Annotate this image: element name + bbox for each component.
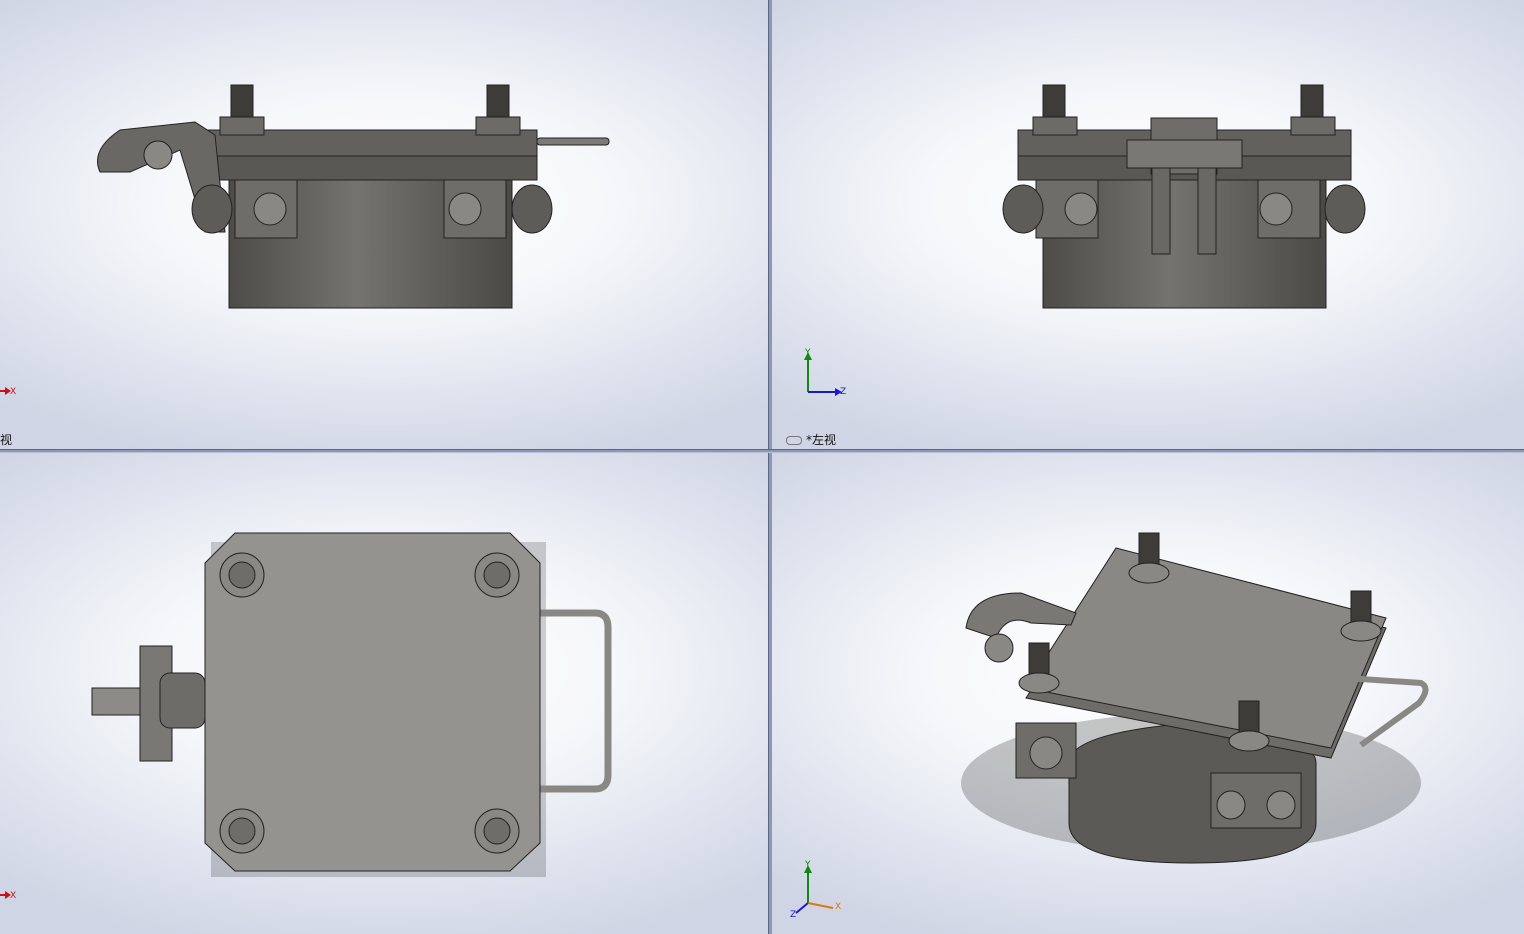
front-view-model[interactable]: X xyxy=(0,0,768,449)
pin-right xyxy=(511,184,553,234)
pin-right xyxy=(1324,184,1366,234)
top-plate xyxy=(1025,547,1387,749)
hinge-nut xyxy=(143,140,173,170)
bolt-nut-right xyxy=(475,116,521,136)
triad-x-axis xyxy=(807,902,834,909)
bolt-right xyxy=(486,84,510,120)
viewport-top[interactable]: X xyxy=(0,453,768,934)
viewport-front[interactable]: X 视 xyxy=(0,0,768,449)
triad-y-label: Y xyxy=(804,860,811,870)
clamp-nut-left xyxy=(253,192,287,226)
triad-x-label: X xyxy=(10,387,16,397)
center-strap-left xyxy=(1151,167,1171,255)
triad-x-label: X xyxy=(835,902,841,912)
handle xyxy=(540,609,612,793)
pin-left xyxy=(191,184,233,234)
pin-left xyxy=(1002,184,1044,234)
bolt-nut-left xyxy=(1032,116,1078,136)
triad-z-label: Z xyxy=(840,387,846,397)
bolt-left xyxy=(230,84,254,120)
view-name-label: *左视 xyxy=(786,433,836,447)
clamp-nut-right xyxy=(1259,192,1293,226)
bolt-nut-left xyxy=(219,116,265,136)
bolt-right xyxy=(1300,84,1324,120)
link-views-icon[interactable] xyxy=(786,436,802,445)
clamp-nut-right xyxy=(448,192,482,226)
triad-z-label: Z xyxy=(790,910,796,920)
bolt-nut-right xyxy=(1290,116,1336,136)
vertical-splitter[interactable] xyxy=(768,0,772,934)
top-view-model[interactable]: X xyxy=(0,453,768,934)
hinge-nut xyxy=(984,633,1014,663)
bolt-left xyxy=(1042,84,1066,120)
viewport-isometric[interactable]: Y X Z xyxy=(771,453,1524,934)
isometric-model[interactable]: Y X Z xyxy=(771,453,1524,934)
hinge-latch xyxy=(965,592,1077,639)
triad-y-label: Y xyxy=(804,348,811,358)
center-strap-right xyxy=(1197,167,1217,255)
horizontal-splitter[interactable] xyxy=(0,449,1524,453)
view-name-label: 视 xyxy=(0,433,13,447)
hinge-pin xyxy=(159,672,206,729)
clamp-nut-left xyxy=(1064,192,1098,226)
left-view-model[interactable]: Y Z xyxy=(771,0,1524,449)
handle-rod xyxy=(536,137,610,146)
triad-x-label: X xyxy=(10,891,16,901)
viewport-left[interactable]: Y Z *左视 xyxy=(771,0,1524,449)
triad-z-axis xyxy=(795,902,809,914)
lower-flange xyxy=(203,154,538,181)
center-hinge-bar xyxy=(1126,139,1243,169)
